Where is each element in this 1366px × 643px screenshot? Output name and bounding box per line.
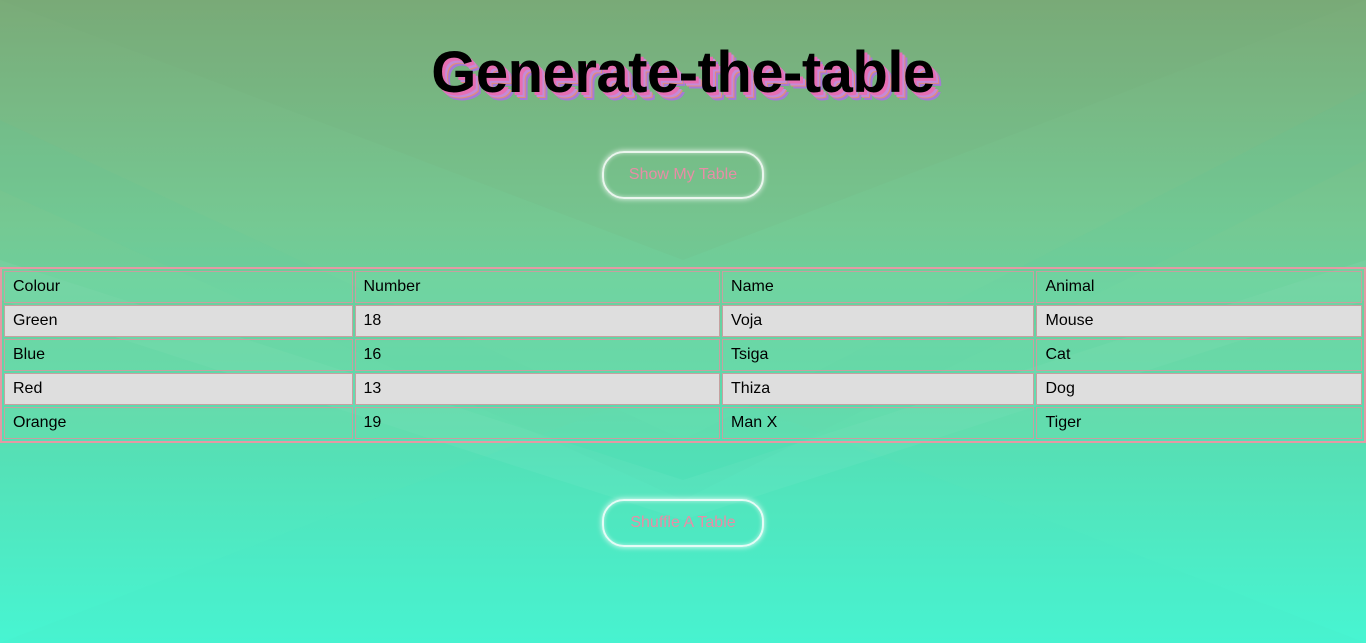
table-row: Blue 16 Tsiga Cat	[4, 339, 1362, 371]
table-cell: Tiger	[1036, 407, 1362, 439]
table-cell: 19	[354, 407, 721, 439]
table-cell: Red	[4, 373, 353, 405]
table-cell: 18	[354, 305, 721, 337]
table-row: Green 18 Voja Mouse	[4, 305, 1362, 337]
header-animal: Animal	[1036, 271, 1362, 303]
table-row: Orange 19 Man X Tiger	[4, 407, 1362, 439]
table-cell: 13	[354, 373, 721, 405]
table-row: Red 13 Thiza Dog	[4, 373, 1362, 405]
table-cell: 16	[354, 339, 721, 371]
header-name: Name	[722, 271, 1035, 303]
table-cell: Man X	[722, 407, 1035, 439]
table-cell: Green	[4, 305, 353, 337]
table-cell: Mouse	[1036, 305, 1362, 337]
page-title: Generate-the-table	[431, 40, 935, 105]
shuffle-table-button[interactable]: Shuffle A Table	[602, 499, 764, 547]
table-cell: Tsiga	[722, 339, 1035, 371]
table-cell: Blue	[4, 339, 353, 371]
data-table: Colour Number Name Animal Green 18 Voja …	[0, 267, 1366, 443]
table-cell: Dog	[1036, 373, 1362, 405]
table-cell: Orange	[4, 407, 353, 439]
table-header-row: Colour Number Name Animal	[4, 271, 1362, 303]
table-cell: Voja	[722, 305, 1035, 337]
header-number: Number	[354, 271, 721, 303]
show-my-table-button[interactable]: Show My Table	[602, 151, 764, 199]
header-colour: Colour	[4, 271, 353, 303]
table-cell: Cat	[1036, 339, 1362, 371]
table-cell: Thiza	[722, 373, 1035, 405]
